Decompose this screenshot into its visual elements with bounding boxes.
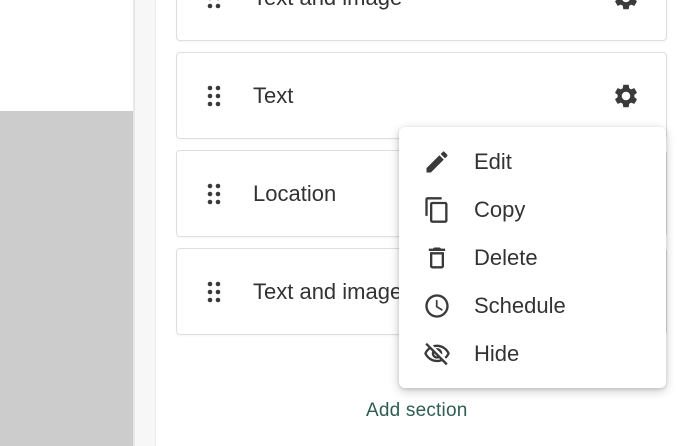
section-card-text[interactable]: Text (176, 52, 667, 139)
gear-icon[interactable] (612, 82, 640, 110)
menu-item-hide[interactable]: Hide (399, 330, 666, 378)
menu-item-label: Delete (474, 245, 538, 270)
section-label: Location (253, 180, 337, 206)
drag-handle-icon[interactable] (207, 281, 221, 303)
section-label: Text (253, 82, 294, 108)
copy-icon (423, 196, 451, 224)
add-section-button[interactable]: Add section (366, 400, 468, 422)
drag-handle-icon[interactable] (207, 85, 221, 107)
menu-item-label: Schedule (474, 293, 566, 318)
preview-placeholder (0, 111, 133, 446)
section-label: Text and image (253, 278, 403, 304)
eye-off-icon (423, 340, 451, 368)
drag-handle-icon[interactable] (207, 183, 221, 205)
pencil-icon (423, 148, 451, 176)
drag-handle-icon[interactable] (207, 0, 221, 9)
sidebar-gutter (135, 0, 155, 446)
menu-item-label: Hide (474, 341, 520, 366)
section-label: Text and image (253, 0, 402, 11)
gear-icon[interactable] (612, 0, 640, 12)
menu-item-copy[interactable]: Copy (399, 186, 666, 234)
menu-item-delete[interactable]: Delete (399, 234, 666, 282)
menu-item-schedule[interactable]: Schedule (399, 282, 666, 330)
menu-item-edit[interactable]: Edit (399, 138, 666, 186)
section-card-text-and-image-top[interactable]: Text and image (176, 0, 667, 41)
menu-item-label: Edit (474, 149, 512, 174)
clock-icon (423, 292, 451, 320)
section-context-menu: Edit Copy Delete Schedule Hide (399, 127, 666, 388)
trash-icon (423, 244, 451, 272)
menu-item-label: Copy (474, 197, 526, 222)
